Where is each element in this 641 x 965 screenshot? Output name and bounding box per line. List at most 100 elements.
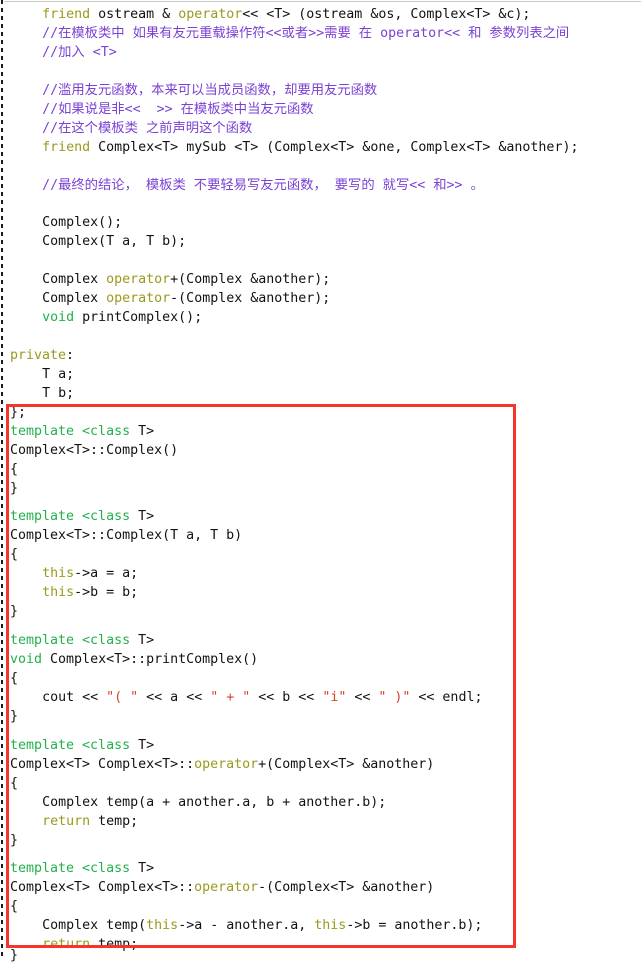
code-line[interactable]: } [0,946,641,965]
code-token-str: "i" [322,690,347,705]
code-line[interactable]: template <class T> [0,736,641,755]
code-token-kw: return [42,814,91,829]
code-token-type: void [42,310,75,325]
code-line[interactable] [0,157,641,176]
code-token-plain: }; [10,405,27,420]
code-line[interactable]: } [0,831,641,850]
code-token-plain: Complex<T> mySub <T> (Complex<T> &one, C… [90,140,579,155]
code-token-type: template <class [10,509,131,524]
code-token-plain: ->a = a; [74,566,139,581]
code-line[interactable]: { [0,774,641,793]
code-token-plain: } [10,709,19,724]
code-line[interactable]: Complex operator-(Complex &another); [0,289,641,308]
code-line[interactable] [0,327,641,346]
code-line[interactable]: Complex<T>::Complex(T a, T b) [0,526,641,545]
code-line[interactable]: Complex<T>::Complex() [0,441,641,460]
code-line[interactable] [0,251,641,270]
code-line[interactable]: T a; [0,365,641,384]
code-token-plain: ->b = another.b); [346,918,483,933]
code-editor-surface[interactable]: friend ostream & operator<< <T> (ostream… [0,0,641,963]
code-token-kw: operator [106,272,171,287]
code-line[interactable]: friend Complex<T> mySub <T> (Complex<T> … [0,138,641,157]
code-token-cmt: //在模板类中 如果有友元重载操作符<<或者>>需要 在 operator<< … [42,26,570,41]
code-line[interactable]: }; [0,403,641,422]
code-line[interactable]: Complex<T> Complex<T>::operator+(Complex… [0,755,641,774]
code-line[interactable] [0,195,641,214]
code-line[interactable]: Complex temp(a + another.a, b + another.… [0,793,641,812]
code-token-plain: temp; [90,814,139,829]
code-token-str: " )" [378,690,411,705]
code-token-plain: Complex temp( [42,918,147,933]
code-line[interactable]: template <class T> [0,422,641,441]
code-line[interactable]: this->b = b; [0,583,641,602]
code-line[interactable]: //加入 <T> [0,43,641,62]
code-token-plain: { [10,547,19,562]
code-token-plain: { [10,671,19,686]
code-token-kw: operator [178,7,243,22]
code-line[interactable]: T b; [0,384,641,403]
code-token-plain: +(Complex<T> &another) [258,757,435,772]
code-token-plain: ->a - another.a, [178,918,315,933]
code-line[interactable]: Complex temp(this->a - another.a, this->… [0,916,641,935]
code-token-plain: ostream & [90,7,179,22]
code-line[interactable]: { [0,669,641,688]
code-token-plain: << b << [250,690,323,705]
code-token-type: void [10,652,43,667]
code-token-plain: Complex<T> Complex<T>:: [10,757,195,772]
code-line[interactable]: Complex operator+(Complex &another); [0,270,641,289]
code-token-plain: Complex(T a, T b); [42,234,187,249]
code-line[interactable]: cout << "( " << a << " + " << b << "i" <… [0,688,641,707]
code-token-plain: Complex temp(a + another.a, b + another.… [42,795,387,810]
code-line[interactable]: } [0,602,641,621]
code-line[interactable]: //如果说是非<< >> 在模板类中当友元函数 [0,100,641,119]
code-line[interactable]: { [0,460,641,479]
code-token-plain: -(Complex<T> &another) [258,880,435,895]
code-line[interactable]: void Complex<T>::printComplex() [0,650,641,669]
code-token-plain: { [10,776,19,791]
code-token-kw: friend [42,7,91,22]
code-line[interactable]: //最终的结论， 模板类 不要轻易写友元函数， 要写的 就写<< 和>> 。 [0,176,641,195]
code-line[interactable]: } [0,479,641,498]
code-token-plain: << [346,690,379,705]
code-line[interactable]: return temp; [0,812,641,831]
code-token-cmt: //滥用友元函数，本来可以当成员函数，却要用友元函数 [42,83,378,98]
code-token-plain: { [10,462,19,477]
code-token-plain: -(Complex &another); [170,291,331,306]
code-token-plain: Complex(); [42,215,123,230]
code-line[interactable]: } [0,707,641,726]
code-line[interactable]: template <class T> [0,507,641,526]
code-line[interactable]: { [0,897,641,916]
code-token-kw: this [146,918,179,933]
code-line[interactable]: //在这个模板类 之前声明这个函数 [0,119,641,138]
code-token-plain: T> [130,861,155,876]
code-line[interactable]: void printComplex(); [0,308,641,327]
code-token-plain: Complex [42,272,107,287]
code-line[interactable]: private: [0,346,641,365]
code-token-plain: Complex<T>::printComplex() [42,652,259,667]
code-token-kw: operator [106,291,171,306]
code-line[interactable]: //在模板类中 如果有友元重载操作符<<或者>>需要 在 operator<< … [0,24,641,43]
code-token-plain: } [10,948,19,963]
code-line[interactable]: Complex(); [0,213,641,232]
code-token-plain: << <T> (ostream &os, Complex<T> &c); [242,7,531,22]
code-token-plain: ->b = b; [74,585,139,600]
code-token-type: template <class [10,738,131,753]
code-token-plain: T> [130,424,155,439]
code-token-type: template <class [10,861,131,876]
code-line[interactable]: Complex(T a, T b); [0,232,641,251]
code-token-type: template <class [10,424,131,439]
code-line[interactable]: template <class T> [0,631,641,650]
code-line[interactable]: this->a = a; [0,564,641,583]
code-token-str: "( " [106,690,139,705]
code-token-plain: T b; [42,386,75,401]
code-line[interactable]: Complex<T> Complex<T>::operator-(Complex… [0,878,641,897]
code-token-plain: : [66,348,75,363]
code-line[interactable]: //滥用友元函数，本来可以当成员函数，却要用友元函数 [0,81,641,100]
code-line[interactable] [0,62,641,81]
code-line[interactable]: { [0,545,641,564]
code-token-cmt: //在这个模板类 之前声明这个函数 [42,121,253,136]
code-token-plain: printComplex(); [74,310,203,325]
code-token-plain: T> [130,633,155,648]
code-line[interactable]: friend ostream & operator<< <T> (ostream… [0,5,641,24]
code-line[interactable]: template <class T> [0,859,641,878]
